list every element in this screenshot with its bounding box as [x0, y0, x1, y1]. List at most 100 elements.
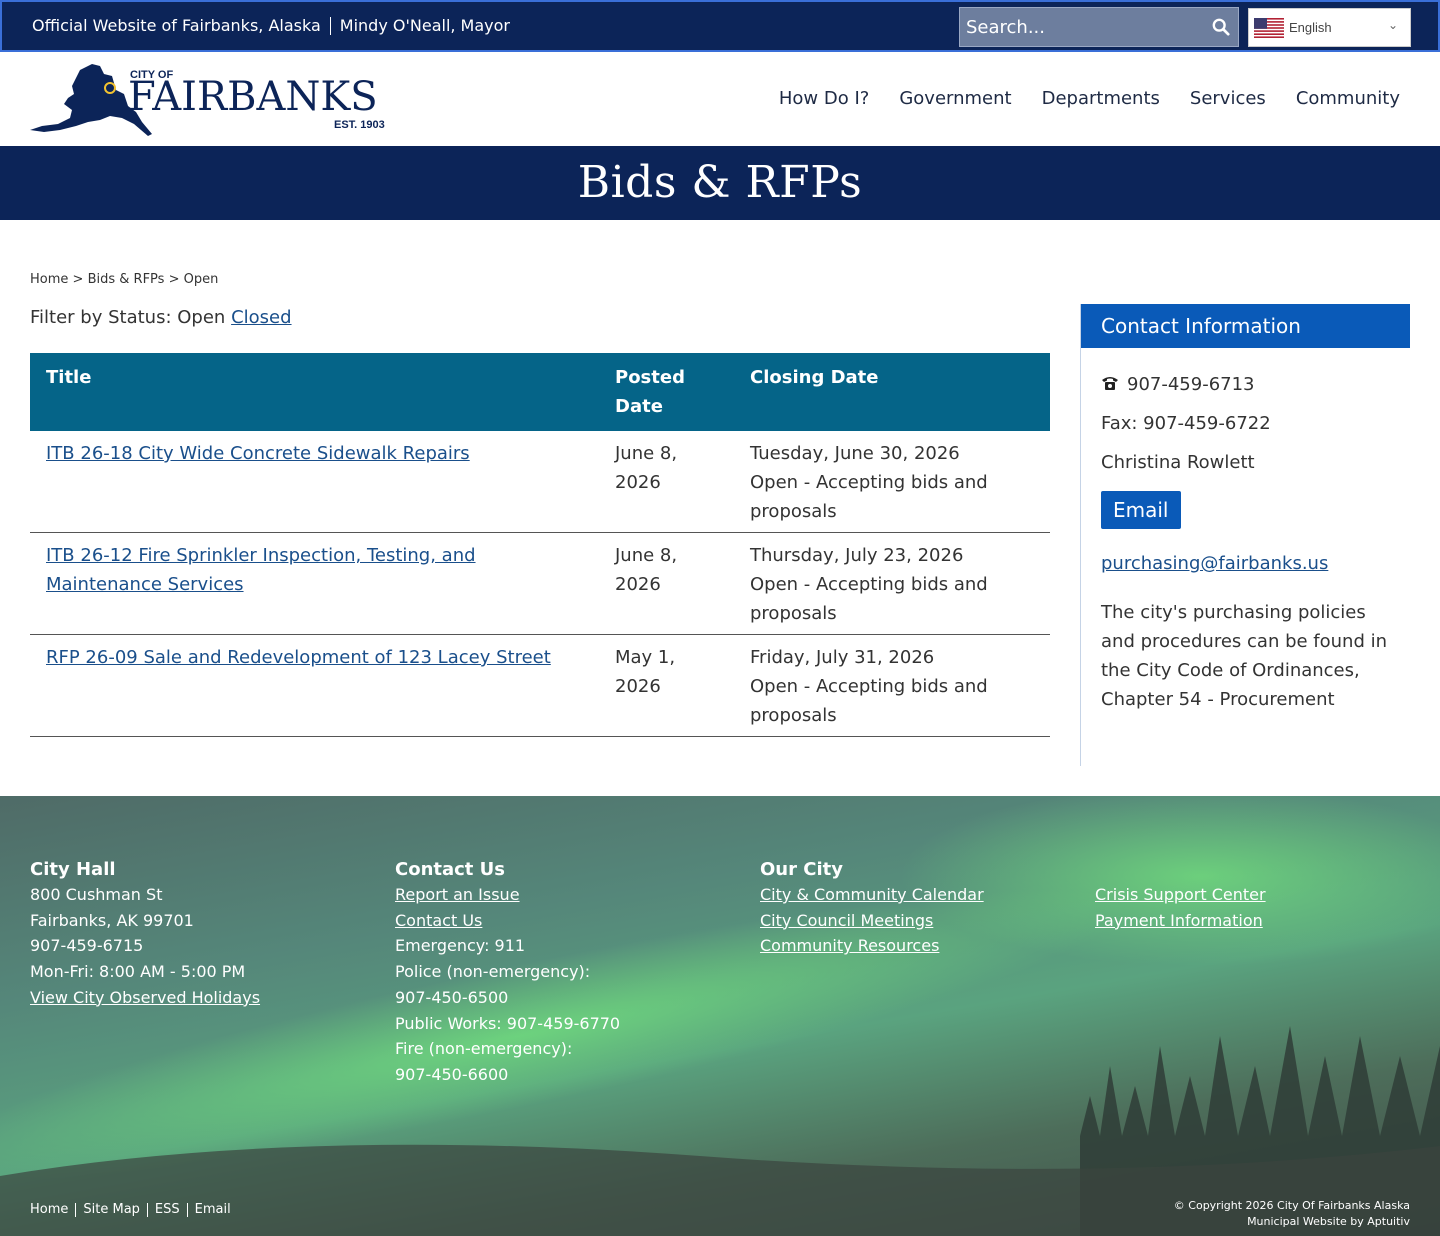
bid-posted-date: June 8, 2026 — [599, 431, 734, 533]
us-flag-icon — [1254, 17, 1284, 38]
chevron-down-icon: ⌄ — [1387, 18, 1398, 32]
nav-departments[interactable]: Departments — [1042, 88, 1160, 109]
nav-how-do-i[interactable]: How Do I? — [779, 88, 869, 109]
contact-name: Christina Rowlett — [1101, 452, 1255, 473]
bid-status: Open - Accepting bids and proposals — [750, 472, 988, 522]
column-header-posted: Posted Date — [599, 353, 734, 431]
phone-icon — [1102, 377, 1118, 390]
bid-closing-date: Tuesday, June 30, 2026 — [750, 443, 960, 464]
contact-us-link[interactable]: Contact Us — [395, 911, 482, 930]
city-hall-phone: 907-459-6715 — [30, 936, 144, 956]
fairbanks-logo[interactable]: CITY OF FAIRBANKS EST. 1903 — [30, 60, 400, 140]
contact-phone: 907-459-6713 — [1127, 374, 1255, 395]
email-button[interactable]: Email — [1101, 491, 1181, 529]
footer-bottom-links: Home Site Map ESS Email — [30, 1202, 231, 1217]
copyright: © Copyright 2026 City Of Fairbanks Alask… — [1174, 1198, 1410, 1230]
table-header-row: Title Posted Date Closing Date — [30, 353, 1050, 431]
nav-community[interactable]: Community — [1296, 88, 1400, 109]
divider — [146, 1202, 148, 1217]
footer-heading-our-city: Our City — [760, 859, 843, 880]
copyright-text: © Copyright 2026 City Of Fairbanks Alask… — [1173, 1199, 1410, 1212]
footer-our-city: Our City City & Community Calendar City … — [760, 858, 984, 959]
nav-services[interactable]: Services — [1190, 88, 1266, 109]
contact-body: 907-459-6713 Fax: 907-459-6722 Christina… — [1081, 348, 1410, 714]
official-site-text: Official Website of Fairbanks, Alaska Mi… — [32, 16, 510, 35]
payment-info-link[interactable]: Payment Information — [1095, 911, 1263, 930]
search-input[interactable] — [966, 8, 1206, 46]
footer-more-links: Crisis Support Center Payment Informatio… — [1095, 882, 1266, 933]
filter-closed-link[interactable]: Closed — [231, 307, 291, 328]
table-row: RFP 26-09 Sale and Redevelopment of 123 … — [30, 634, 1050, 737]
contact-sidebar: Contact Information 907-459-6713 Fax: 90… — [1080, 304, 1410, 766]
search-icon[interactable] — [1212, 18, 1230, 36]
city-hall-hours: Mon-Fri: 8:00 AM - 5:00 PM — [30, 962, 246, 982]
logo-est: EST. 1903 — [334, 119, 385, 131]
bid-title-link[interactable]: ITB 26-18 City Wide Concrete Sidewalk Re… — [46, 443, 470, 464]
footer-ess-link[interactable]: ESS — [155, 1202, 180, 1217]
city-hall-address-line2: Fairbanks, AK 99701 — [30, 910, 194, 930]
breadcrumb-bids[interactable]: Bids & RFPs — [88, 272, 165, 287]
language-label: English — [1289, 20, 1332, 35]
community-resources-link[interactable]: Community Resources — [760, 936, 939, 955]
breadcrumb-separator: > — [168, 272, 180, 287]
bid-posted-date: June 8, 2026 — [599, 532, 734, 635]
bid-closing-date: Friday, July 31, 2026 — [750, 647, 935, 668]
contact-email-row: purchasing@fairbanks.us — [1101, 553, 1390, 574]
report-issue-link[interactable]: Report an Issue — [395, 885, 520, 904]
column-header-posted-label: Posted Date — [615, 367, 685, 417]
holidays-link[interactable]: View City Observed Holidays — [30, 988, 260, 1007]
table-row: ITB 26-18 City Wide Concrete Sidewalk Re… — [30, 431, 1050, 533]
footer-heading-city-hall: City Hall — [30, 859, 116, 880]
public-works-phone: Public Works: 907-459-6770 — [395, 1013, 621, 1033]
purchasing-policy-text: The city's purchasing policies and proce… — [1101, 602, 1388, 710]
mayor-label: Mindy O'Neall, Mayor — [339, 16, 510, 35]
column-header-closing: Closing Date — [734, 353, 1050, 431]
footer-email-link[interactable]: Email — [195, 1202, 231, 1217]
contact-heading: Contact Information — [1081, 304, 1410, 348]
language-selector[interactable]: English ⌄ — [1248, 8, 1411, 47]
nav-government[interactable]: Government — [899, 88, 1011, 109]
footer-heading-contact-us: Contact Us — [395, 859, 506, 880]
breadcrumb-separator: > — [72, 272, 84, 287]
police-phone: 907-450-6500 — [395, 987, 509, 1007]
search-box — [959, 7, 1239, 47]
status-filter: Filter by Status: Open Closed — [30, 307, 292, 328]
filter-label: Filter by Status: — [30, 307, 172, 328]
bid-closing-cell: Thursday, July 23, 2026 Open - Accepting… — [734, 532, 1050, 635]
bid-closing-cell: Tuesday, June 30, 2026 Open - Accepting … — [734, 431, 1050, 533]
bids-table: Title Posted Date Closing Date ITB 26-18… — [30, 353, 1050, 737]
footer-home-link[interactable]: Home — [30, 1202, 68, 1217]
bid-title-cell: RFP 26-09 Sale and Redevelopment of 123 … — [30, 634, 599, 737]
footer-city-hall: City Hall 800 Cushman St Fairbanks, AK 9… — [30, 858, 260, 1011]
footer-contact-us: Contact Us Report an Issue Contact Us Em… — [395, 858, 620, 1088]
contact-fax: Fax: 907-459-6722 — [1101, 413, 1271, 434]
contact-email-link[interactable]: purchasing@fairbanks.us — [1101, 553, 1328, 574]
breadcrumb-home[interactable]: Home — [30, 272, 68, 287]
fire-phone: 907-450-6600 — [395, 1064, 509, 1084]
bid-title-cell: ITB 26-18 City Wide Concrete Sidewalk Re… — [30, 431, 599, 533]
council-meetings-link[interactable]: City Council Meetings — [760, 911, 933, 930]
bid-status: Open - Accepting bids and proposals — [750, 676, 988, 726]
bid-title-cell: ITB 26-12 Fire Sprinkler Inspection, Tes… — [30, 532, 599, 635]
city-hall-address-line1: 800 Cushman St — [30, 885, 163, 904]
police-label: Police (non-emergency): — [395, 962, 591, 982]
contact-phone-row: 907-459-6713 — [1101, 370, 1390, 399]
divider — [75, 1202, 77, 1217]
bid-posted-date: May 1, 2026 — [599, 634, 734, 737]
official-website-label: Official Website of Fairbanks, Alaska — [32, 16, 321, 35]
main-nav: How Do I? Government Departments Service… — [779, 88, 1400, 109]
bid-title-link[interactable]: ITB 26-12 Fire Sprinkler Inspection, Tes… — [46, 545, 476, 595]
site-footer: City Hall 800 Cushman St Fairbanks, AK 9… — [0, 796, 1440, 1236]
crisis-support-link[interactable]: Crisis Support Center — [1095, 885, 1266, 904]
breadcrumb: Home > Bids & RFPs > Open — [30, 272, 218, 287]
divider — [186, 1202, 188, 1217]
divider — [329, 16, 331, 35]
calendar-link[interactable]: City & Community Calendar — [760, 885, 984, 904]
footer-sitemap-link[interactable]: Site Map — [83, 1202, 140, 1217]
page-banner: Bids & RFPs — [0, 146, 1440, 220]
bid-title-link[interactable]: RFP 26-09 Sale and Redevelopment of 123 … — [46, 647, 551, 668]
filter-current: Open — [177, 307, 226, 328]
emergency-number: Emergency: 911 — [395, 936, 526, 956]
site-header: CITY OF FAIRBANKS EST. 1903 How Do I? Go… — [0, 52, 1440, 146]
page-title: Bids & RFPs — [577, 157, 863, 208]
